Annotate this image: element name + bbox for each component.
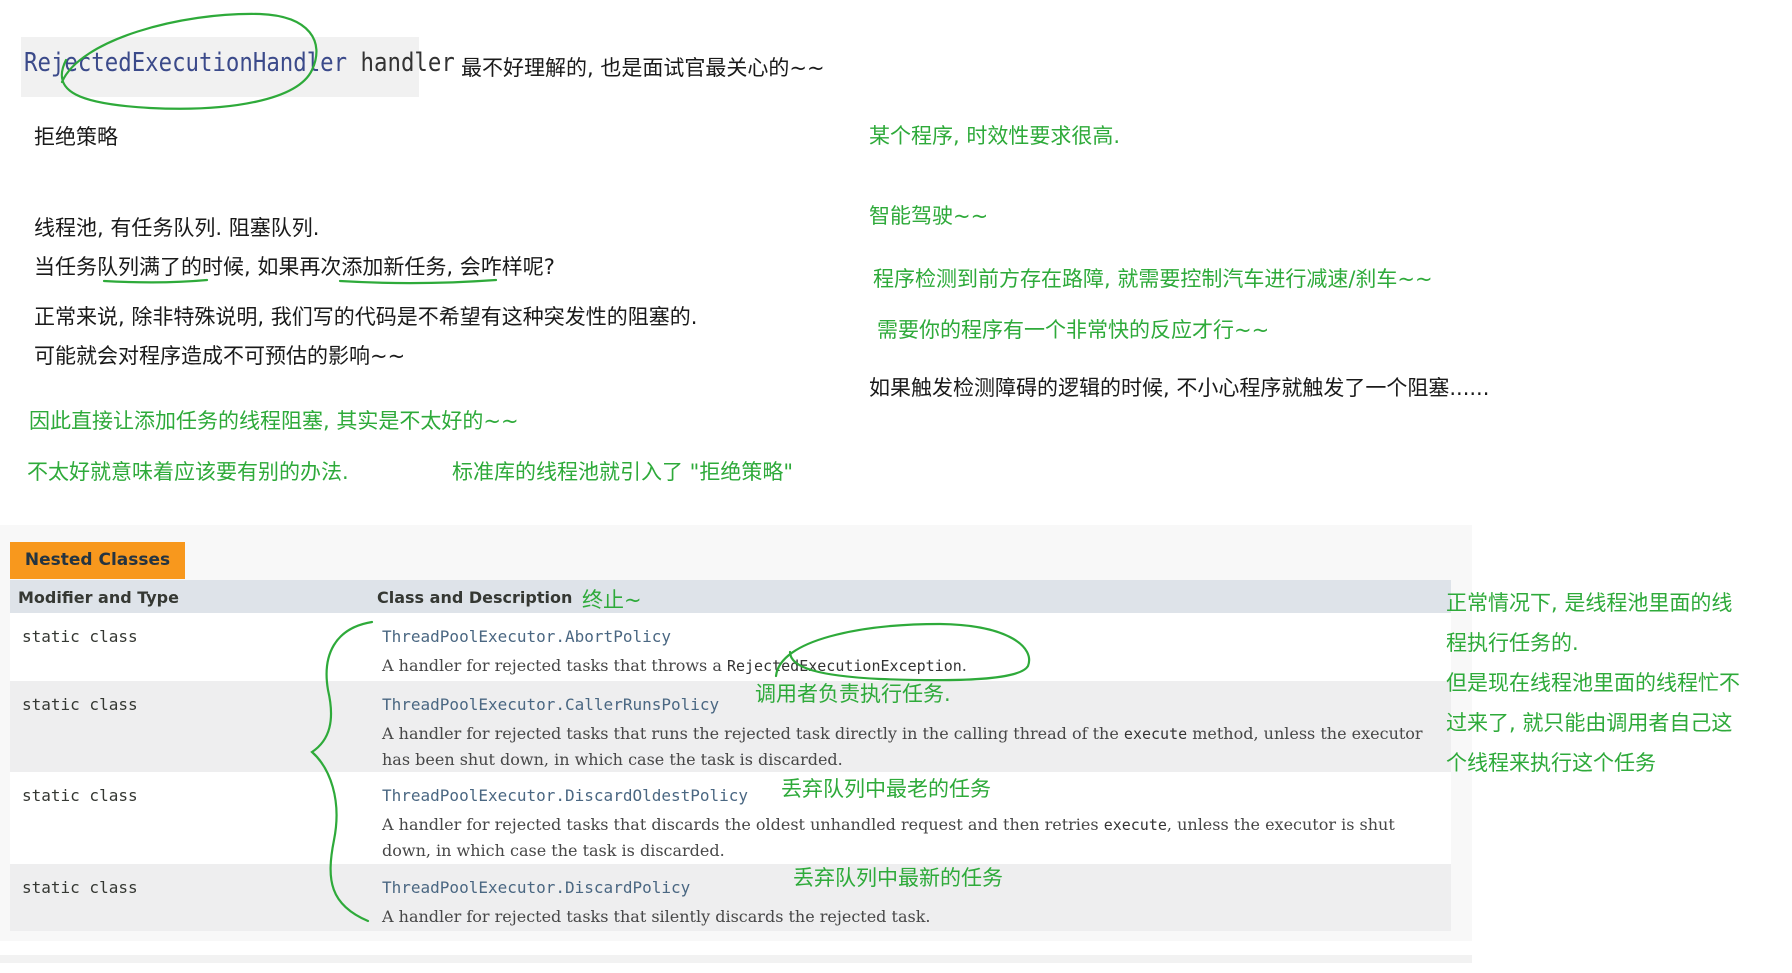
note-rejection-policy: 拒绝策略 — [34, 125, 118, 149]
table-row: static class ThreadPoolExecutor.CallerRu… — [10, 681, 1451, 772]
javadoc-bottom-bar — [0, 955, 1472, 963]
note-line-impact: 可能就会对程序造成不可预估的影响~~ — [34, 344, 406, 368]
note-discard: 丢弃队列中最新的任务 — [793, 866, 1003, 890]
code-field-name: handler — [360, 48, 455, 78]
note-right-1: 某个程序, 时效性要求很高. — [869, 124, 1121, 148]
note-right-3: 程序检测到前方存在路障, 就需要控制汽车进行减速/刹车~~ — [873, 267, 1433, 291]
table-row: static class ThreadPoolExecutor.DiscardP… — [10, 864, 1451, 931]
row-modifier: static class — [22, 786, 138, 805]
note-green-other: 不太好就意味着应该要有别的办法. — [27, 460, 349, 484]
nested-classes-tab[interactable]: Nested Classes — [10, 542, 185, 579]
note-side-5: 个线程来执行这个任务 — [1446, 751, 1656, 775]
note-hardest: 最不好理解的, 也是面试官最关心的~~ — [461, 56, 825, 80]
row-description: A handler for rejected tasks that silent… — [382, 907, 931, 926]
row-modifier: static class — [22, 878, 138, 897]
note-side-1: 正常情况下, 是线程池里面的线 — [1446, 591, 1733, 615]
row-description: A handler for rejected tasks that runs t… — [382, 724, 1423, 769]
note-abort: 终止~ — [582, 588, 642, 612]
note-discard-oldest: 丢弃队列中最老的任务 — [781, 777, 991, 801]
note-line-normal: 正常来说, 除非特殊说明, 我们写的代码是不希望有这种突发性的阻塞的. — [34, 305, 698, 329]
note-caller-runs: 调用者负责执行任务. — [755, 682, 951, 706]
link-discard-oldest-policy[interactable]: ThreadPoolExecutor.DiscardOldestPolicy — [382, 786, 748, 805]
note-green-std: 标准库的线程池就引入了 "拒绝策略" — [452, 460, 793, 484]
link-abort-policy[interactable]: ThreadPoolExecutor.AbortPolicy — [382, 627, 671, 646]
table-row: static class ThreadPoolExecutor.DiscardO… — [10, 772, 1451, 864]
note-line-queue: 线程池, 有任务队列. 阻塞队列. — [34, 216, 320, 240]
table-header: Modifier and Type Class and Description — [10, 580, 1451, 613]
note-right-4: 需要你的程序有一个非常快的反应才行~~ — [877, 318, 1270, 342]
code-header: RejectedExecutionHandler handler — [24, 48, 455, 78]
row-modifier: static class — [22, 695, 138, 714]
note-green-block: 因此直接让添加任务的线程阻塞, 其实是不太好的~~ — [29, 409, 519, 433]
note-side-3: 但是现在线程池里面的线程忙不 — [1446, 671, 1740, 695]
link-discard-policy[interactable]: ThreadPoolExecutor.DiscardPolicy — [382, 878, 690, 897]
note-right-2: 智能驾驶~~ — [869, 204, 989, 228]
col-class-description: Class and Description — [377, 588, 573, 607]
note-side-2: 程执行任务的. — [1446, 631, 1579, 655]
row-modifier: static class — [22, 627, 138, 646]
col-modifier-type: Modifier and Type — [18, 588, 179, 607]
row-description: A handler for rejected tasks that discar… — [382, 815, 1395, 860]
code-class-name: RejectedExecutionHandler — [24, 48, 348, 78]
row-description: A handler for rejected tasks that throws… — [382, 656, 967, 675]
link-caller-runs-policy[interactable]: ThreadPoolExecutor.CallerRunsPolicy — [382, 695, 719, 714]
table-row: static class ThreadPoolExecutor.AbortPol… — [10, 613, 1451, 681]
note-right-5: 如果触发检测障碍的逻辑的时候, 不小心程序就触发了一个阻塞...... — [869, 376, 1490, 400]
note-side-4: 过来了, 就只能由调用者自己这 — [1446, 711, 1733, 735]
note-line-full: 当任务队列满了的时候, 如果再次添加新任务, 会咋样呢? — [34, 255, 555, 279]
